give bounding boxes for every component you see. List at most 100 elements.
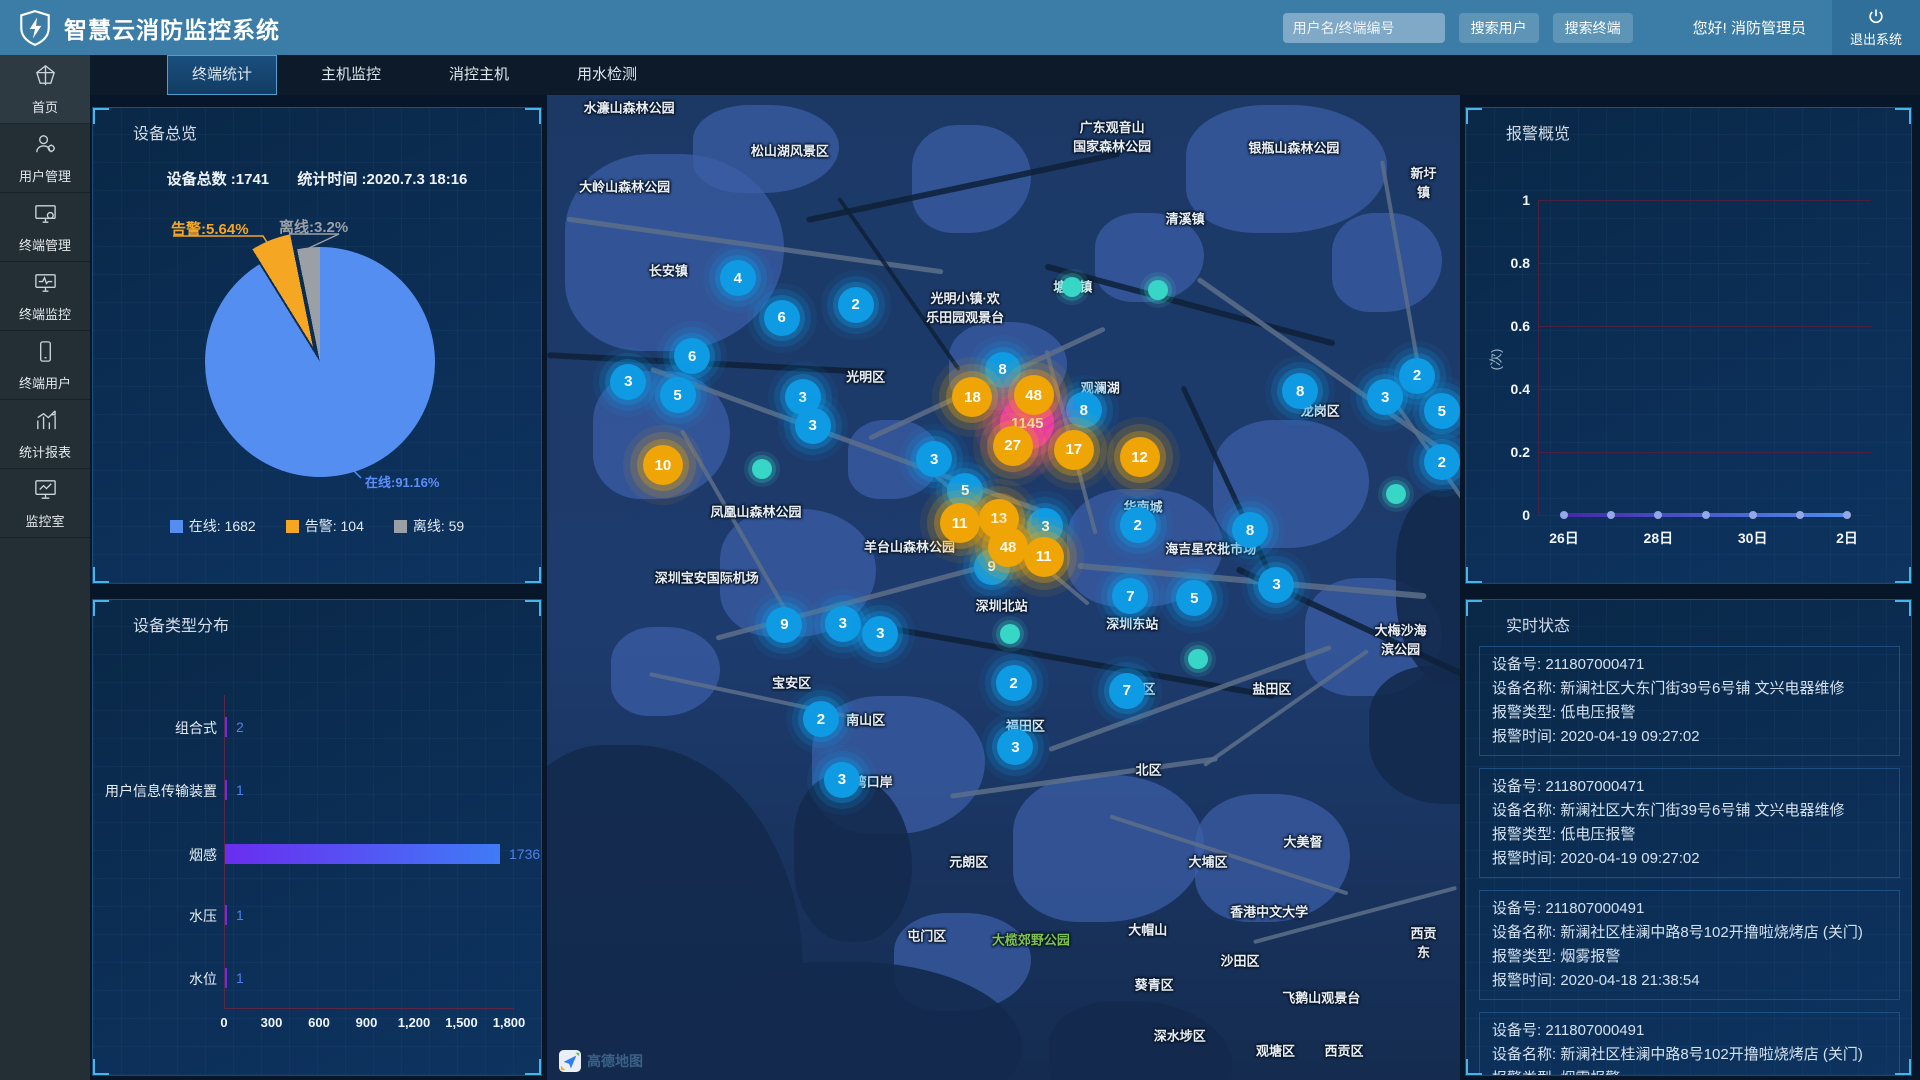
map-cluster-marker-blue-3[interactable]: 3 (795, 408, 831, 444)
map-cluster-marker-teal[interactable] (1148, 280, 1168, 300)
bar-value-label: 1 (236, 907, 244, 923)
map-cluster-marker-blue-3[interactable]: 3 (997, 729, 1033, 765)
map-cluster-marker-blue-3[interactable]: 3 (1258, 567, 1294, 603)
map-cluster-marker-blue-8[interactable]: 8 (1232, 512, 1268, 548)
search-user-button[interactable]: 搜索用户 (1459, 13, 1539, 43)
map-cluster-marker-blue-6[interactable]: 6 (764, 300, 800, 336)
search-terminal-button[interactable]: 搜索终端 (1553, 13, 1633, 43)
alarm-card-field-type: 报警类型: 烟雾报警 (1492, 945, 1887, 969)
bar-category-label: 组合式 (97, 718, 217, 738)
map-cluster-marker-blue-5[interactable]: 5 (660, 377, 696, 413)
map-cluster-marker-yellow-27[interactable]: 27 (993, 426, 1033, 466)
map-place-label: 大美督 (1283, 831, 1322, 850)
amap-logo: 高德地图 (559, 1050, 643, 1072)
logout-button[interactable]: 退出系统 (1832, 0, 1920, 55)
sidebar-item-2[interactable]: 用户管理 (0, 124, 90, 193)
map-cluster-marker-blue-3[interactable]: 3 (824, 762, 860, 798)
bar-value-label: 1 (236, 970, 244, 986)
map-cluster-marker-blue-2[interactable]: 2 (1399, 358, 1435, 394)
map-cluster-marker-yellow-11[interactable]: 11 (1024, 537, 1064, 577)
map-cluster-marker-teal[interactable] (1188, 649, 1208, 669)
line-y-tick: 0 (1504, 507, 1530, 523)
map-cluster-marker-blue-8[interactable]: 8 (1282, 373, 1318, 409)
sidebar-item-5[interactable]: 终端用户 (0, 331, 90, 400)
map-cluster-marker-teal[interactable] (1386, 484, 1406, 504)
map-cluster-marker-blue-3[interactable]: 3 (916, 441, 952, 477)
map-cluster-marker-yellow-11[interactable]: 11 (940, 503, 980, 543)
header-bar: 智慧云消防监控系统 搜索用户 搜索终端 您好! 消防管理员 退出系统 (0, 0, 1920, 55)
map-cluster-marker-teal[interactable] (752, 459, 772, 479)
map-cluster-marker-blue-5[interactable]: 5 (1176, 580, 1212, 616)
map-cluster-marker-yellow-48[interactable]: 48 (1014, 375, 1054, 415)
map-cluster-marker-blue-8[interactable]: 8 (985, 352, 1021, 388)
sidebar-item-7[interactable]: 监控室 (0, 469, 90, 538)
map-cluster-marker-blue-7[interactable]: 7 (1112, 578, 1148, 614)
sidebar-item-4[interactable]: 终端监控 (0, 262, 90, 331)
line-x-tick: 28日 (1644, 528, 1674, 548)
map-cluster-marker-blue-3[interactable]: 3 (825, 606, 861, 642)
map-cluster-marker-blue-5[interactable]: 5 (1424, 393, 1460, 429)
alarm-card-field-time: 报警时间: 2020-04-19 09:27:02 (1492, 725, 1887, 749)
line-gridline (1538, 452, 1871, 453)
map-cluster-marker-yellow-18[interactable]: 18 (952, 377, 992, 417)
legend-item-2[interactable]: 告警: 104 (286, 516, 364, 536)
map-cluster-marker-blue-2[interactable]: 2 (803, 701, 839, 737)
tab-1[interactable]: 终端统计 (167, 55, 277, 95)
legend-label: 在线: 1682 (189, 516, 256, 536)
terminal-monitor-icon (33, 270, 58, 300)
map-place-label: 大榄郊野公园 (992, 930, 1070, 949)
map-land-patch (1013, 775, 1205, 923)
map-cluster-marker-blue-4[interactable]: 4 (720, 260, 756, 296)
map-cluster-marker-yellow-10[interactable]: 10 (643, 445, 683, 485)
bar-value-label: 1736 (509, 846, 540, 862)
search-input[interactable] (1283, 13, 1445, 43)
map-cluster-marker-blue-2[interactable]: 2 (996, 665, 1032, 701)
map-place-label: 银瓶山森林公园 (1248, 138, 1339, 157)
sidebar-item-label: 终端管理 (19, 235, 71, 254)
device-overview-title: 设备总览 (133, 120, 197, 144)
sidebar-item-3[interactable]: 终端管理 (0, 193, 90, 262)
tab-3[interactable]: 消控主机 (425, 55, 533, 95)
line-y-tick: 0.6 (1504, 318, 1530, 334)
map-cluster-marker-blue-3[interactable]: 3 (1367, 379, 1403, 415)
pie-alarm-slice (198, 232, 428, 462)
map-cluster-marker-yellow-48[interactable]: 48 (988, 527, 1028, 567)
sidebar-nav: 首页用户管理终端管理终端监控终端用户统计报表监控室 (0, 55, 90, 1080)
map-place-label: 观塘区 (1256, 1041, 1295, 1060)
map-cluster-marker-blue-7[interactable]: 7 (1109, 673, 1145, 709)
line-x-tick: 26日 (1549, 528, 1579, 548)
map-cluster-marker-blue-2[interactable]: 2 (838, 287, 874, 323)
map-place-label: 盐田区 (1252, 678, 1291, 697)
map-cluster-marker-blue-6[interactable]: 6 (674, 338, 710, 374)
alarm-card-list: 设备号: 211807000471设备名称: 新澜社区大东门街39号6号铺 文兴… (1479, 646, 1900, 1076)
map-cluster-marker-teal[interactable] (1062, 277, 1082, 297)
map-cluster-marker-yellow-17[interactable]: 17 (1054, 430, 1094, 470)
sidebar-item-1[interactable]: 首页 (0, 55, 90, 124)
map-cluster-marker-blue-3[interactable]: 3 (610, 364, 646, 400)
legend-label: 告警: 104 (305, 516, 364, 536)
map-cluster-marker-blue-8[interactable]: 8 (1066, 392, 1102, 428)
map-place-label: 深圳东站 (1106, 613, 1158, 632)
tab-4[interactable]: 用水检测 (553, 55, 661, 95)
tab-2[interactable]: 主机监控 (297, 55, 405, 95)
map-cluster-marker-blue-2[interactable]: 2 (1120, 507, 1156, 543)
bar-x-tick: 0 (220, 1015, 227, 1030)
map-cluster-marker-blue-2[interactable]: 2 (1424, 444, 1460, 480)
map-cluster-marker-blue-9[interactable]: 9 (766, 607, 802, 643)
device-status-pie-chart (205, 247, 435, 477)
map-place-label: 广东观音山 国家森林公园 (1073, 117, 1151, 155)
map-cluster-marker-teal[interactable] (1000, 624, 1020, 644)
legend-item-3[interactable]: 离线: 59 (394, 516, 464, 536)
map-cluster-marker-yellow-12[interactable]: 12 (1120, 437, 1160, 477)
legend-item-1[interactable]: 在线: 1682 (170, 516, 256, 536)
sidebar-item-label: 用户管理 (19, 166, 71, 185)
alarm-data-point (1843, 511, 1851, 519)
logout-label: 退出系统 (1850, 29, 1902, 48)
sidebar-item-6[interactable]: 统计报表 (0, 400, 90, 469)
map-canvas[interactable]: 高德地图 水濂山森林公园松山湖风景区大岭山森林公园广东观音山 国家森林公园银瓶山… (547, 95, 1460, 1080)
map-place-label: 光明小镇·欢 乐田园观景台 (926, 288, 1004, 326)
bar-rect (225, 780, 227, 800)
map-place-label: 新圩镇 (1405, 163, 1442, 201)
map-cluster-marker-blue-3[interactable]: 3 (862, 616, 898, 652)
alarm-data-point (1654, 511, 1662, 519)
